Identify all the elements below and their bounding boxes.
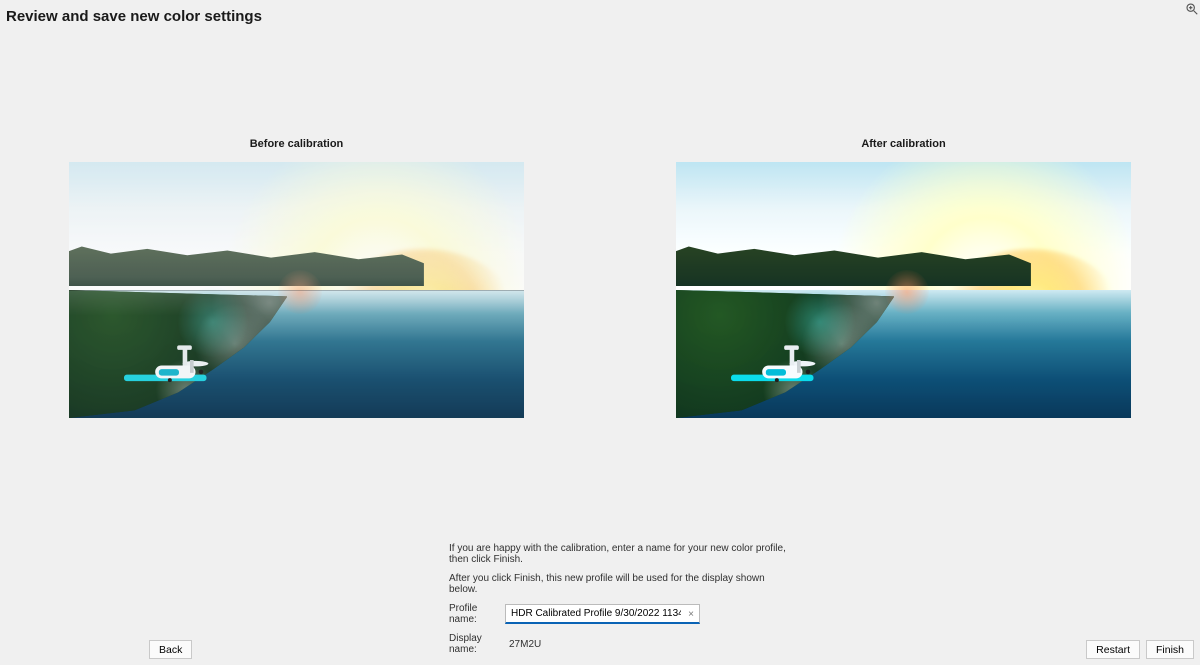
after-column: After calibration: [676, 142, 1131, 418]
calibration-preview-row: Before calibration: [0, 142, 1200, 418]
airplane-icon: [731, 341, 841, 401]
zoom-icon[interactable]: [1185, 2, 1199, 16]
profile-name-label: Profile name:: [449, 603, 505, 625]
instruction-line-1: If you are happy with the calibration, e…: [449, 543, 789, 565]
before-calibration-image: [69, 162, 524, 418]
profile-form: If you are happy with the calibration, e…: [449, 543, 789, 655]
before-label: Before calibration: [250, 138, 344, 150]
profile-name-input[interactable]: [505, 604, 700, 624]
after-calibration-image: [676, 162, 1131, 418]
finish-button[interactable]: Finish: [1146, 640, 1194, 659]
clear-input-icon[interactable]: ×: [684, 607, 698, 621]
instruction-line-2: After you click Finish, this new profile…: [449, 573, 789, 595]
display-name-value: 27M2U: [509, 639, 541, 650]
before-column: Before calibration: [69, 142, 524, 418]
airplane-icon: [124, 341, 234, 401]
after-label: After calibration: [861, 138, 945, 150]
page-title: Review and save new color settings: [6, 8, 262, 25]
restart-button[interactable]: Restart: [1086, 640, 1140, 659]
display-name-label: Display name:: [449, 633, 505, 655]
back-button[interactable]: Back: [149, 640, 192, 659]
